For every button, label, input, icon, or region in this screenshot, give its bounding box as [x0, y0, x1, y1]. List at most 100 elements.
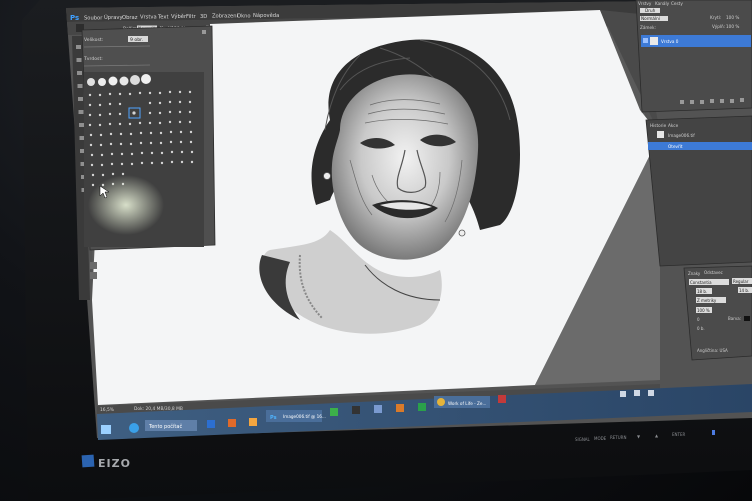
earring-right: [458, 229, 466, 237]
font-size-value: 18 b.: [697, 289, 707, 294]
blend-mode-value: Normální: [641, 16, 661, 21]
layer-opacity-label: Krytí:: [710, 15, 721, 20]
dock-icon[interactable]: [90, 272, 97, 279]
eizo-logo-icon: [81, 454, 95, 468]
monitor-button-return[interactable]: RETURN: [610, 435, 626, 440]
monitor: Ps Soubor Úpravy Obraz Vrstva Text Výběr…: [22, 0, 752, 501]
menu-item-upravy[interactable]: Úpravy: [104, 14, 123, 21]
menu-item-vyber[interactable]: Výběr: [171, 13, 187, 20]
tool-icon[interactable]: [77, 84, 83, 88]
screen-glare: [88, 175, 164, 235]
tool-icon[interactable]: [76, 45, 81, 49]
start-button[interactable]: [101, 425, 111, 434]
baseline-value[interactable]: 0 b.: [697, 326, 705, 331]
taskbar-app-icon[interactable]: [396, 404, 404, 412]
layer-opacity-value[interactable]: 100 %: [726, 15, 739, 20]
tray-icon[interactable]: [620, 391, 626, 397]
fill-value[interactable]: 100 %: [726, 24, 739, 29]
brush-size-label: Velikost:: [84, 37, 104, 43]
new-layer-icon[interactable]: [730, 99, 734, 103]
tool-icon[interactable]: [78, 97, 83, 101]
layer-thumbnail: [650, 37, 658, 45]
menu-item-zobrazeni[interactable]: Zobrazení: [212, 13, 239, 20]
power-led: [712, 430, 715, 435]
brush-preset[interactable]: [141, 74, 151, 84]
monitor-button-enter[interactable]: ENTER: [672, 432, 685, 437]
fx-icon[interactable]: [690, 100, 694, 104]
taskbar-app-icon[interactable]: [249, 418, 257, 426]
menu-item-text[interactable]: Text: [157, 14, 169, 20]
tool-icon[interactable]: [78, 110, 84, 114]
history-panel: [645, 115, 752, 267]
menu-item-okno[interactable]: Okno: [237, 13, 251, 19]
fill-label: Výplň:: [712, 24, 725, 29]
tool-icon[interactable]: [76, 58, 82, 62]
monitor-button-mode[interactable]: MODE: [594, 436, 607, 441]
brush-preset[interactable]: [108, 76, 118, 86]
monitor-button-signal[interactable]: SIGNAL: [575, 437, 591, 442]
tab-layers[interactable]: Vrstvy: [638, 1, 652, 6]
photoshop-task-label: Image006.tif @ 16...: [283, 414, 326, 419]
gear-icon[interactable]: [202, 30, 206, 34]
tracking-label: Z metriky: [697, 298, 717, 303]
zoom-level[interactable]: 16,5%: [100, 407, 114, 413]
menu-item-vrstva[interactable]: Vrstva: [140, 15, 157, 21]
ps-logo[interactable]: Ps: [70, 14, 79, 22]
monitor-brand: EIZO: [98, 457, 131, 470]
layer-kind-label: Druh: [645, 8, 656, 13]
taskbar-app-icon[interactable]: [330, 408, 338, 416]
menu-item-napoveda[interactable]: Nápověda: [253, 12, 279, 19]
taskbar-app-icon[interactable]: [207, 420, 215, 428]
tab-paths[interactable]: Cesty: [671, 1, 683, 6]
menu-item-soubor[interactable]: Soubor: [84, 16, 103, 22]
lock-label: Zámek:: [640, 25, 656, 30]
ie-icon[interactable]: [129, 423, 139, 433]
taskbar-app-icon[interactable]: [352, 406, 360, 414]
tray-icon[interactable]: [634, 390, 640, 396]
color-label: Barva:: [728, 316, 741, 321]
tab-actions[interactable]: Akce: [668, 123, 679, 128]
taskbar-app-icon[interactable]: [498, 395, 506, 403]
history-snapshot-thumb: [657, 131, 664, 138]
mask-icon[interactable]: [700, 100, 704, 104]
tab-channels[interactable]: Kanály: [655, 1, 670, 6]
photoshop-task-logo: Ps: [270, 415, 277, 421]
tab-character[interactable]: Znaky: [688, 271, 701, 276]
text-color-swatch[interactable]: [744, 316, 750, 321]
font-style-value: Regular: [733, 279, 749, 284]
dock-icon[interactable]: [90, 262, 97, 269]
tool-icon[interactable]: [77, 71, 82, 75]
brush-preset[interactable]: [119, 76, 129, 86]
brush-preset[interactable]: [87, 78, 95, 86]
tool-icon[interactable]: [79, 123, 84, 127]
font-family-value: Constantia: [690, 280, 712, 285]
brush-preset[interactable]: [98, 78, 106, 86]
layer-name[interactable]: Vrstva 0: [661, 39, 679, 44]
eye-icon[interactable]: [643, 38, 648, 43]
language-value[interactable]: Angličtina: USA: [697, 348, 728, 353]
brush-size-value: 9 obr.: [130, 37, 143, 43]
photo-scene: Ps Soubor Úpravy Obraz Vrstva Text Výběr…: [0, 0, 752, 501]
taskbar-app-icon[interactable]: [228, 419, 236, 427]
menu-item-3d[interactable]: 3D: [200, 14, 207, 20]
folder-icon[interactable]: [720, 99, 724, 103]
chrome-icon: [437, 398, 445, 406]
tray-icon[interactable]: [648, 390, 654, 396]
brush-preset[interactable]: [130, 75, 140, 85]
brush-hardness-label: Tvrdost:: [83, 56, 103, 62]
taskbar-app-icon[interactable]: [418, 403, 426, 411]
adjustment-icon[interactable]: [710, 99, 714, 103]
tool-icon[interactable]: [79, 136, 85, 140]
trash-icon[interactable]: [740, 98, 744, 102]
taskbar-app-icon[interactable]: [374, 405, 382, 413]
leading-value: 14 b.: [739, 288, 749, 293]
tab-history[interactable]: Historie: [650, 123, 667, 128]
history-snapshot[interactable]: Image006.tif: [668, 133, 695, 138]
scale-value: 100 %: [697, 308, 710, 313]
menu-item-obraz[interactable]: Obraz: [122, 15, 138, 21]
link-icon[interactable]: [680, 100, 684, 104]
history-step-row[interactable]: [648, 142, 752, 150]
explorer-task-label: Tento počítač: [148, 423, 182, 430]
tab-paragraph[interactable]: Odstavec: [704, 270, 723, 275]
menu-item-filtr[interactable]: Filtr: [186, 14, 197, 20]
